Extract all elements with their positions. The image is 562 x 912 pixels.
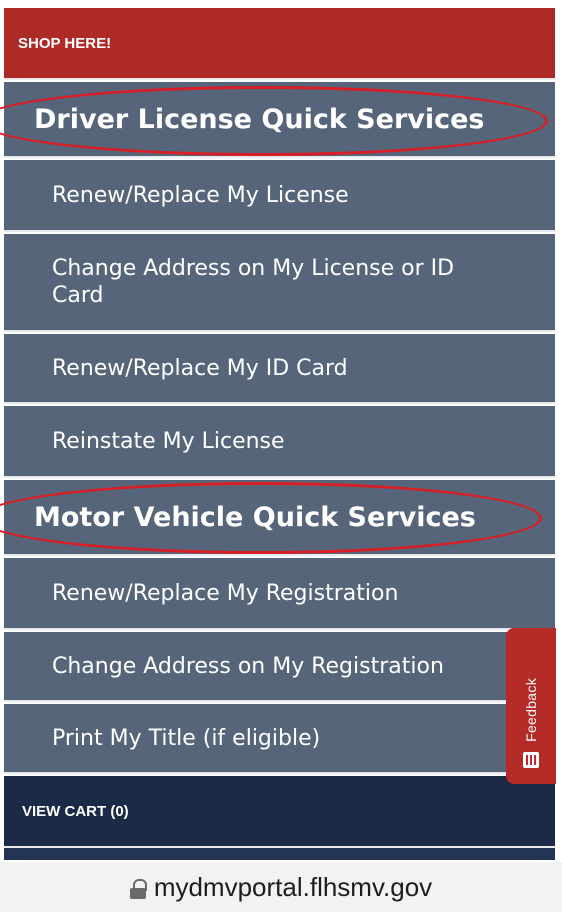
menu-item-label: Renew/Replace My License (52, 182, 349, 208)
menu-item-renew-replace-license[interactable]: Renew/Replace My License (4, 160, 555, 232)
menu-item-label: Print My Title (if eligible) (52, 725, 321, 751)
menu-item-print-title[interactable]: Print My Title (if eligible) (4, 704, 555, 774)
motor-vehicle-section-heading: Motor Vehicle Quick Services (4, 480, 555, 556)
feedback-tab[interactable]: Feedback (506, 628, 556, 784)
driver-license-section-heading: Driver License Quick Services (4, 82, 555, 158)
lock-icon (129, 879, 147, 899)
menu-item-label: Reinstate My License (52, 428, 285, 454)
cart-divider (4, 848, 555, 860)
view-cart-link[interactable]: VIEW CART (0) (4, 776, 555, 848)
menu-item-renew-replace-registration[interactable]: Renew/Replace My Registration (4, 558, 555, 630)
menu-item-label: Renew/Replace My ID Card (52, 355, 348, 381)
browser-address-bar[interactable]: mydmvportal.flhsmv.gov (0, 862, 562, 912)
menu-item-renew-replace-id-card[interactable]: Renew/Replace My ID Card (4, 334, 555, 404)
section-title: Driver License Quick Services (34, 103, 485, 135)
feedback-label: Feedback (523, 678, 539, 742)
menu-item-label: Change Address on My License or ID Card (52, 256, 455, 308)
url-text: mydmvportal.flhsmv.gov (153, 871, 433, 902)
menu-item-reinstate-license[interactable]: Reinstate My License (4, 406, 555, 478)
section-title: Motor Vehicle Quick Services (34, 501, 476, 533)
list-icon (523, 752, 539, 768)
menu-item-change-address-license[interactable]: Change Address on My License or ID Card (4, 234, 555, 332)
shop-here-link[interactable]: SHOP HERE! (4, 8, 555, 80)
menu-item-label: Change Address on My Registration (52, 653, 444, 679)
menu-item-label: Renew/Replace My Registration (52, 580, 399, 606)
menu-item-change-address-registration[interactable]: Change Address on My Registration (4, 632, 555, 702)
